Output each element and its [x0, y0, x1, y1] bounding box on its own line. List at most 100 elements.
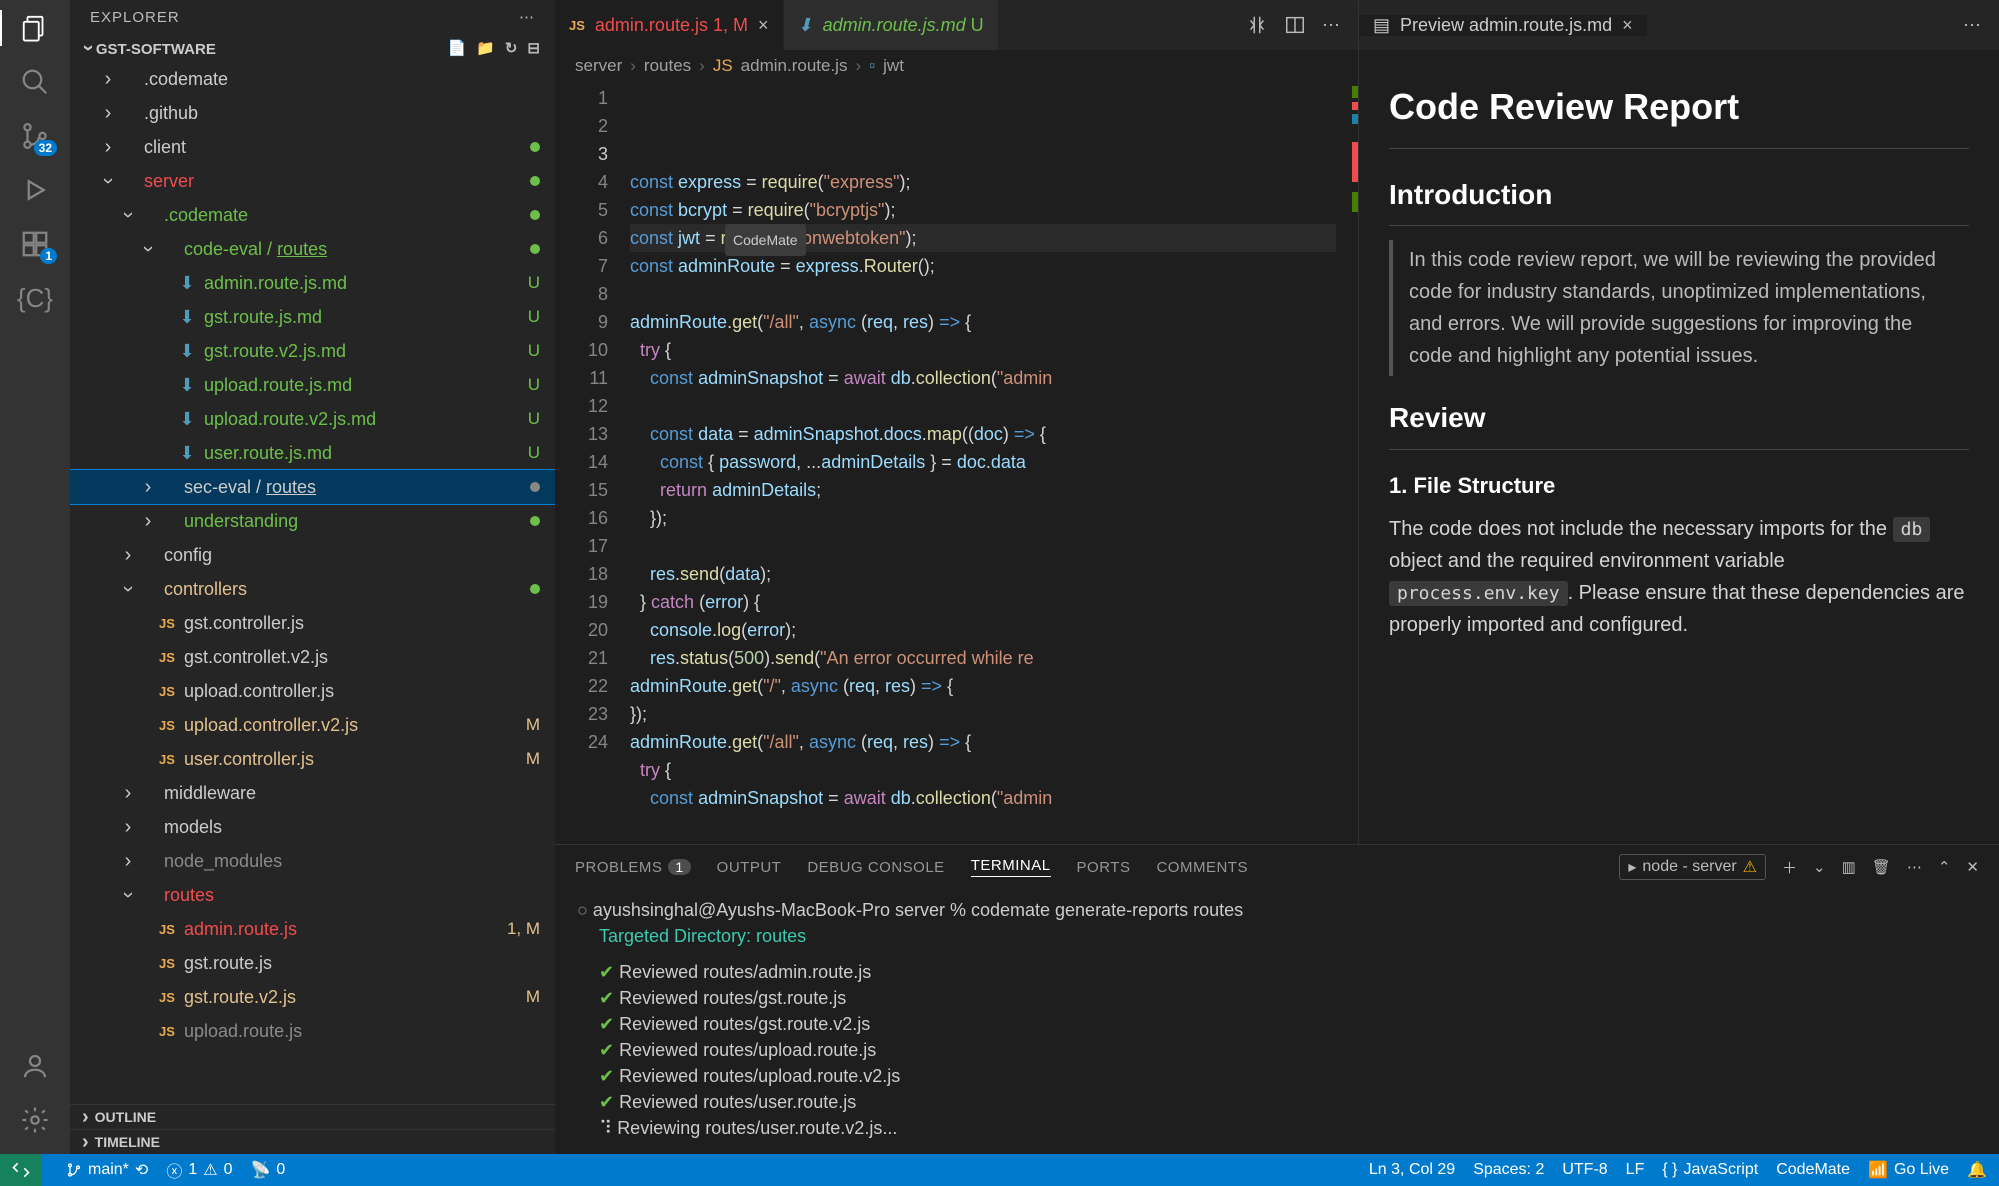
source-control-icon[interactable]: 32 — [17, 118, 53, 154]
preview-h2: Review — [1389, 396, 1969, 450]
explorer-icon[interactable] — [17, 10, 53, 46]
kill-terminal-icon[interactable]: 🗑 — [1872, 858, 1891, 876]
compare-icon[interactable] — [1246, 14, 1268, 36]
settings-icon[interactable] — [17, 1102, 53, 1138]
editor-tabs: JSadmin.route.js 1, M×⬇admin.route.js.md… — [555, 0, 1358, 50]
new-folder-icon[interactable]: 📁 — [476, 39, 495, 57]
more-icon[interactable]: ⋯ — [1322, 15, 1340, 36]
encoding[interactable]: UTF-8 — [1562, 1161, 1607, 1179]
code-editor[interactable]: 123456789101112131415161718192021222324 … — [555, 82, 1358, 844]
tab-problems[interactable]: PROBLEMS1 — [575, 859, 691, 876]
preview-tab[interactable]: ▤ Preview admin.route.js.md × — [1359, 15, 1648, 36]
tree-item[interactable]: ⬇admin.route.js.mdU — [70, 266, 555, 300]
tree-item[interactable]: JSgst.route.v2.jsM — [70, 980, 555, 1014]
preview-paragraph: The code does not include the necessary … — [1389, 513, 1969, 641]
split-terminal-icon[interactable]: ▥ — [1842, 858, 1856, 876]
cursor-position[interactable]: Ln 3, Col 29 — [1369, 1161, 1455, 1179]
terminal-select[interactable]: ▸node - server⚠ — [1619, 854, 1766, 880]
preview-h3: 1. File Structure — [1389, 468, 1969, 503]
tree-item[interactable]: JSgst.controllet.v2.js — [70, 640, 555, 674]
tree-item[interactable]: controllers — [70, 572, 555, 606]
maximize-icon[interactable]: ⌃ — [1938, 858, 1951, 876]
tree-item[interactable]: node_modules — [70, 844, 555, 878]
tree-item[interactable]: JSupload.controller.v2.jsM — [70, 708, 555, 742]
editor-tab[interactable]: JSadmin.route.js 1, M× — [555, 0, 784, 50]
more-icon[interactable]: ⋯ — [1907, 858, 1922, 876]
go-live[interactable]: 📶Go Live — [1868, 1160, 1949, 1180]
close-panel-icon[interactable]: ✕ — [1966, 858, 1979, 876]
preview-icon: ▤ — [1373, 15, 1390, 36]
tree-item[interactable]: ⬇upload.route.js.mdU — [70, 368, 555, 402]
tree-item[interactable]: ⬇gst.route.js.mdU — [70, 300, 555, 334]
remote-button[interactable] — [0, 1154, 42, 1186]
tree-item[interactable]: code-eval / routes — [70, 232, 555, 266]
close-icon[interactable]: × — [758, 15, 769, 36]
tree-item[interactable]: .codemate — [70, 198, 555, 232]
preview-h2: Introduction — [1389, 173, 1969, 227]
split-editor-icon[interactable] — [1284, 14, 1306, 36]
tree-item[interactable]: ⬇upload.route.v2.js.mdU — [70, 402, 555, 436]
branch-indicator[interactable]: main* ⟲ — [66, 1160, 148, 1180]
breadcrumbs[interactable]: server› routes› JS admin.route.js› ▫ jwt — [555, 50, 1358, 82]
refresh-icon[interactable]: ↻ — [505, 39, 518, 57]
folder-header[interactable]: GST-SOFTWARE 📄 📁 ↻ ⊟ — [70, 34, 555, 62]
activity-bar: 32 1 {C} — [0, 0, 70, 1154]
preview-h1: Code Review Report — [1389, 78, 1969, 149]
editor-tab[interactable]: ⬇admin.route.js.md U — [784, 0, 999, 50]
tree-item[interactable]: JSgst.route.js — [70, 946, 555, 980]
tab-comments[interactable]: COMMENTS — [1156, 859, 1248, 876]
timeline-section[interactable]: TIMELINE — [70, 1129, 555, 1154]
tree-item[interactable]: client — [70, 130, 555, 164]
tab-debug-console[interactable]: DEBUG CONSOLE — [807, 859, 944, 876]
port-indicator[interactable]: 📡0 — [250, 1160, 285, 1180]
outline-section[interactable]: OUTLINE — [70, 1104, 555, 1129]
statusbar: main* ⟲ ⓧ1 ⚠0 📡0 Ln 3, Col 29 Spaces: 2 … — [0, 1154, 1999, 1186]
problems-indicator[interactable]: ⓧ1 ⚠0 — [166, 1158, 232, 1182]
indentation[interactable]: Spaces: 2 — [1473, 1161, 1544, 1179]
terminal-output[interactable]: ○ ayushsinghal@Ayushs-MacBook-Pro server… — [555, 889, 1999, 1154]
close-icon[interactable]: × — [1622, 15, 1633, 36]
tree-item[interactable]: JSgst.controller.js — [70, 606, 555, 640]
tree-item[interactable]: ⬇gst.route.v2.js.mdU — [70, 334, 555, 368]
codemate-pill: CodeMate — [725, 224, 806, 256]
search-icon[interactable] — [17, 64, 53, 100]
tree-item[interactable]: ⬇user.route.js.mdU — [70, 436, 555, 470]
tree-item[interactable]: understanding — [70, 504, 555, 538]
tree-item[interactable]: server — [70, 164, 555, 198]
tree-item[interactable]: JSupload.controller.js — [70, 674, 555, 708]
minimap[interactable] — [1336, 82, 1358, 844]
new-file-icon[interactable]: 📄 — [447, 39, 466, 57]
sidebar: EXPLORER ⋯ GST-SOFTWARE 📄 📁 ↻ ⊟ .codemat… — [70, 0, 555, 1154]
tree-item[interactable]: JSupload.route.js — [70, 1014, 555, 1048]
tree-item[interactable]: .github — [70, 96, 555, 130]
tree-item[interactable]: config — [70, 538, 555, 572]
bottom-panel: PROBLEMS1 OUTPUT DEBUG CONSOLE TERMINAL … — [555, 844, 1999, 1154]
tab-output[interactable]: OUTPUT — [717, 859, 782, 876]
tree-item[interactable]: routes — [70, 878, 555, 912]
account-icon[interactable] — [17, 1048, 53, 1084]
tree-item[interactable]: sec-eval / routes — [70, 470, 555, 504]
debug-icon[interactable] — [17, 172, 53, 208]
language-mode[interactable]: { }JavaScript — [1662, 1161, 1758, 1179]
sidebar-title: EXPLORER ⋯ — [70, 0, 555, 34]
terminal-dropdown-icon[interactable]: ⌄ — [1813, 858, 1826, 876]
tree-item[interactable]: .codemate — [70, 62, 555, 96]
extensions-icon[interactable]: 1 — [17, 226, 53, 262]
tree-item[interactable]: middleware — [70, 776, 555, 810]
scm-badge: 32 — [34, 140, 57, 156]
eol[interactable]: LF — [1626, 1161, 1645, 1179]
more-icon[interactable]: ⋯ — [1963, 15, 1981, 36]
tree-item[interactable]: JSuser.controller.jsM — [70, 742, 555, 776]
tree-item[interactable]: models — [70, 810, 555, 844]
codemate-status[interactable]: CodeMate — [1776, 1161, 1850, 1179]
collapse-icon[interactable]: ⊟ — [527, 39, 540, 57]
tab-terminal[interactable]: TERMINAL — [971, 857, 1051, 877]
tree-item[interactable]: JSadmin.route.js1, M — [70, 912, 555, 946]
sync-icon[interactable]: ⟲ — [135, 1160, 148, 1180]
file-tree: .codemate.githubclientserver.codematecod… — [70, 62, 555, 1104]
braces-icon[interactable]: {C} — [17, 280, 53, 316]
sidebar-more-icon[interactable]: ⋯ — [519, 8, 535, 26]
tab-ports[interactable]: PORTS — [1077, 859, 1131, 876]
new-terminal-icon[interactable]: ＋ — [1782, 857, 1797, 878]
notifications-icon[interactable]: 🔔 — [1967, 1160, 1987, 1180]
